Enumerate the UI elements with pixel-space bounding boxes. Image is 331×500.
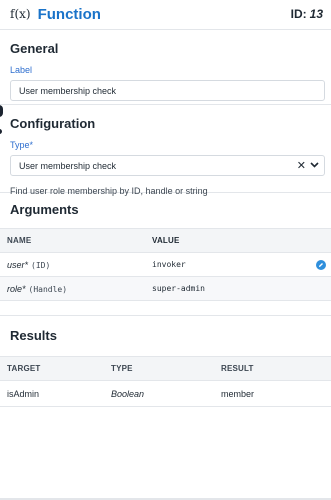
result-type: Boolean	[111, 388, 145, 399]
column-header-target: TARGET	[7, 364, 41, 373]
id-indicator: ID: 13	[291, 7, 323, 21]
argument-type: (ID)	[31, 260, 51, 270]
general-title: General	[10, 41, 59, 56]
result-target: isAdmin	[7, 388, 40, 399]
function-icon: f(x)	[10, 7, 31, 21]
pencil-icon[interactable]	[316, 260, 326, 270]
label-input[interactable]: User membership check	[10, 80, 325, 101]
clear-icon[interactable]: ✕	[297, 159, 306, 172]
argument-row-user[interactable]: user* (ID) invoker	[0, 253, 331, 277]
argument-name: role*	[7, 283, 26, 294]
configuration-section: Configuration Type* User membership chec…	[0, 104, 331, 196]
id-value: 13	[309, 7, 323, 21]
argument-name-cell: user* (ID)	[0, 260, 152, 270]
column-header-value: VALUE	[152, 236, 180, 245]
results-table-header: TARGET TYPE RESULT	[0, 356, 331, 381]
type-select-value: User membership check	[19, 160, 117, 171]
argument-name-cell: role* (Handle)	[0, 284, 152, 294]
arguments-section: Arguments NAME VALUE user* (ID) invoker r…	[0, 192, 331, 301]
chevron-down-icon[interactable]	[310, 160, 319, 171]
panel-title: Function	[37, 5, 101, 23]
type-field-label: Type*	[10, 140, 34, 150]
argument-type: (Handle)	[28, 284, 68, 294]
argument-value: super-admin	[152, 284, 205, 293]
argument-value: invoker	[152, 260, 186, 269]
type-select[interactable]: User membership check ✕	[10, 155, 325, 176]
configuration-title: Configuration	[10, 116, 96, 131]
argument-name: user*	[7, 259, 29, 270]
arguments-title: Arguments	[10, 202, 79, 217]
results-section: Results TARGET TYPE RESULT isAdmin Boole…	[0, 315, 331, 407]
column-header-result: RESULT	[221, 364, 254, 373]
id-label: ID:	[290, 7, 307, 21]
argument-row-role[interactable]: role* (Handle) super-admin	[0, 277, 331, 301]
label-field-label: Label	[10, 65, 33, 75]
panel-header: f(x) Function ID: 13	[0, 0, 331, 28]
general-section: General Label User membership check	[0, 29, 331, 104]
result-value: member	[221, 388, 255, 399]
arguments-table-header: NAME VALUE	[0, 228, 331, 253]
result-row[interactable]: isAdmin Boolean member	[0, 381, 331, 407]
column-header-type: TYPE	[111, 364, 133, 373]
results-title: Results	[10, 328, 57, 343]
column-header-name: NAME	[7, 236, 32, 245]
type-help-text: Find user role membership by ID, handle …	[10, 186, 208, 196]
